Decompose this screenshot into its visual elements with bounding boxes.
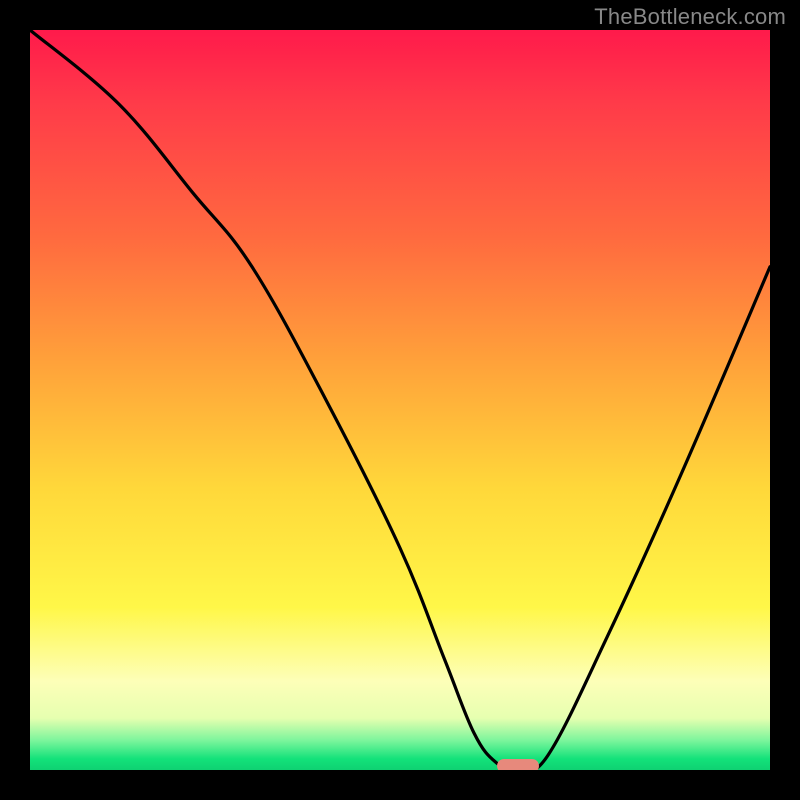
bottleneck-curve — [30, 30, 770, 770]
curve-svg — [30, 30, 770, 770]
optimal-marker — [497, 759, 539, 770]
watermark-text: TheBottleneck.com — [594, 4, 786, 30]
chart-container: TheBottleneck.com — [0, 0, 800, 800]
plot-area — [30, 30, 770, 770]
